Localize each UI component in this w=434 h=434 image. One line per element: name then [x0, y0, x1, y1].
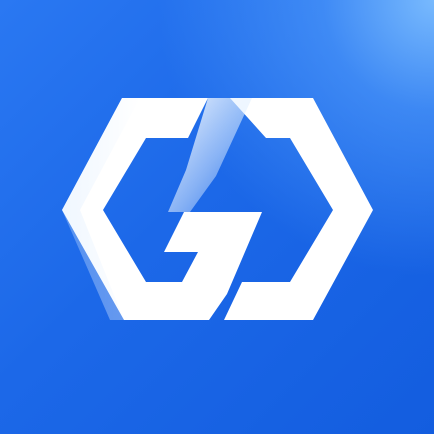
right-bracket-shape	[224, 98, 373, 320]
app-icon	[0, 0, 434, 434]
hexagon-g-logo-icon	[62, 98, 373, 320]
